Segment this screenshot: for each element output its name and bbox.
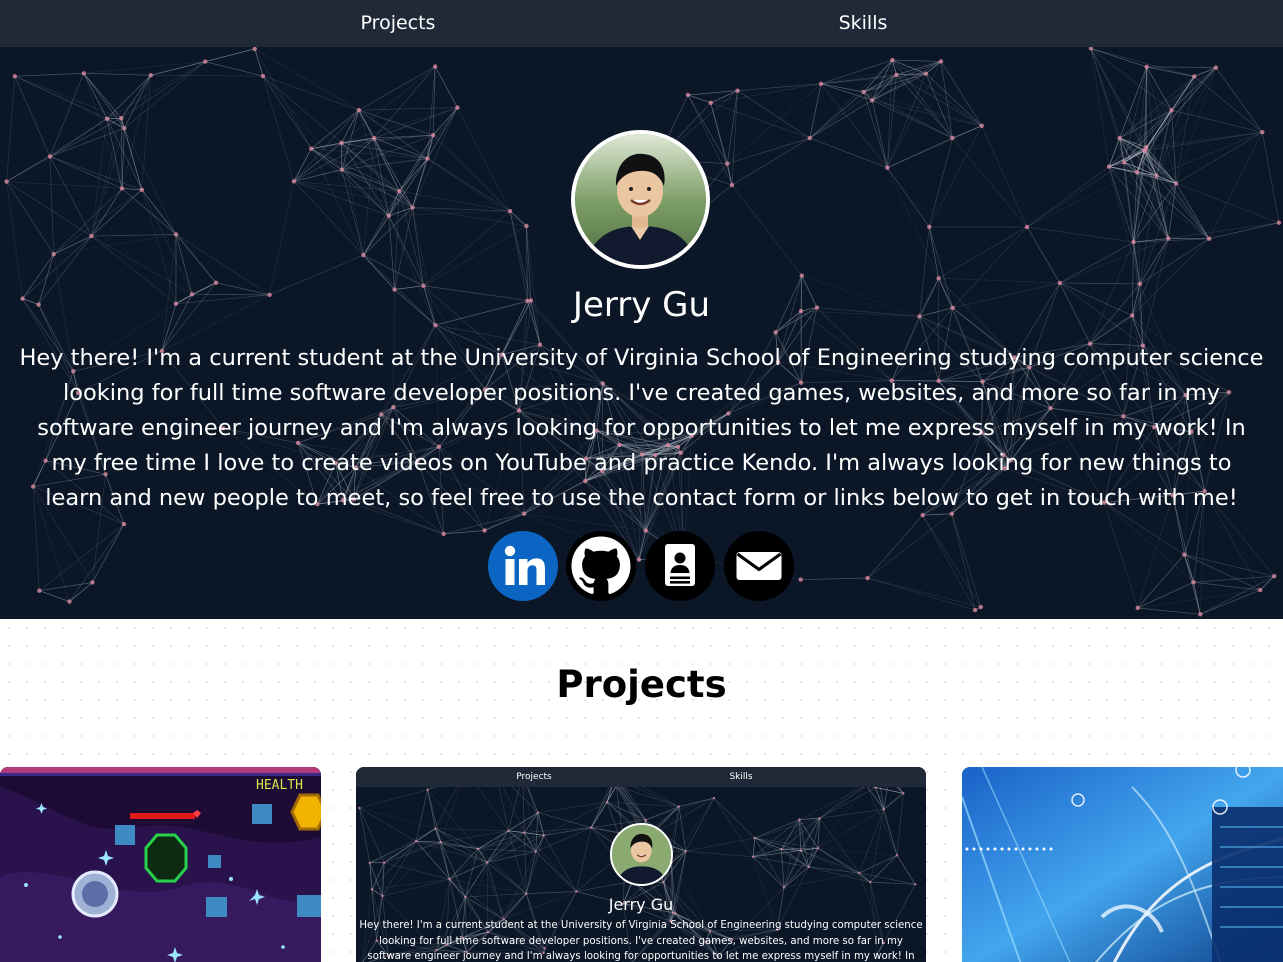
bio-line: software engineer journey and I'm always… bbox=[37, 415, 1246, 441]
hero-section: Jerry Gu Hey there! I'm a current studen… bbox=[0, 47, 1283, 619]
preview-bio: Hey there! I'm a current student at the … bbox=[356, 918, 926, 962]
hero-bio: Hey there! I'm a current student at the … bbox=[0, 341, 1283, 516]
github-icon bbox=[566, 531, 636, 601]
preview-name: Jerry Gu bbox=[608, 895, 674, 914]
hero-name: Jerry Gu bbox=[572, 285, 711, 325]
bio-line: my free time I love to create videos on … bbox=[51, 450, 1232, 476]
network-illustration-image bbox=[962, 767, 1283, 962]
bio-line: learn and new people to meet, so feel fr… bbox=[45, 485, 1238, 511]
project-card-game[interactable]: HEALTH bbox=[0, 767, 321, 962]
nav-link-projects[interactable]: Projects bbox=[361, 0, 436, 47]
linkedin-icon bbox=[488, 531, 558, 601]
preview-bio-line: Hey there! I'm a current student at the … bbox=[359, 920, 923, 931]
bio-line: Hey there! I'm a current student at the … bbox=[19, 345, 1264, 371]
portfolio-preview-navbar: Projects Skills bbox=[356, 767, 926, 787]
github-link[interactable] bbox=[566, 531, 636, 601]
linkedin-link[interactable] bbox=[488, 531, 558, 601]
email-link[interactable] bbox=[724, 531, 794, 601]
preview-nav-projects: Projects bbox=[516, 772, 552, 782]
social-links bbox=[488, 531, 794, 601]
mail-icon bbox=[724, 531, 794, 601]
preview-bio-line: looking for full time software developer… bbox=[379, 935, 903, 947]
project-card-network[interactable] bbox=[962, 767, 1283, 962]
profile-avatar bbox=[571, 130, 710, 269]
preview-nav-skills: Skills bbox=[729, 772, 753, 782]
preview-avatar bbox=[610, 823, 673, 886]
preview-bio-line: software engineer journey and I'm always… bbox=[367, 951, 915, 962]
top-navbar: Projects Skills bbox=[0, 0, 1283, 47]
project-card-portfolio[interactable]: Projects Skills Jerry Gu Hey there! I'm … bbox=[356, 767, 926, 962]
resume-icon bbox=[645, 531, 715, 601]
game-hud-text: HEALTH bbox=[256, 778, 303, 793]
nav-link-skills[interactable]: Skills bbox=[839, 0, 888, 47]
bio-line: looking for full time software developer… bbox=[62, 380, 1221, 406]
projects-heading: Projects bbox=[556, 663, 727, 706]
game-screenshot-image: HEALTH bbox=[0, 767, 321, 962]
projects-section: Projects HEALTH Projects Skills Jerry Gu… bbox=[0, 619, 1283, 962]
resume-link[interactable] bbox=[645, 531, 715, 601]
